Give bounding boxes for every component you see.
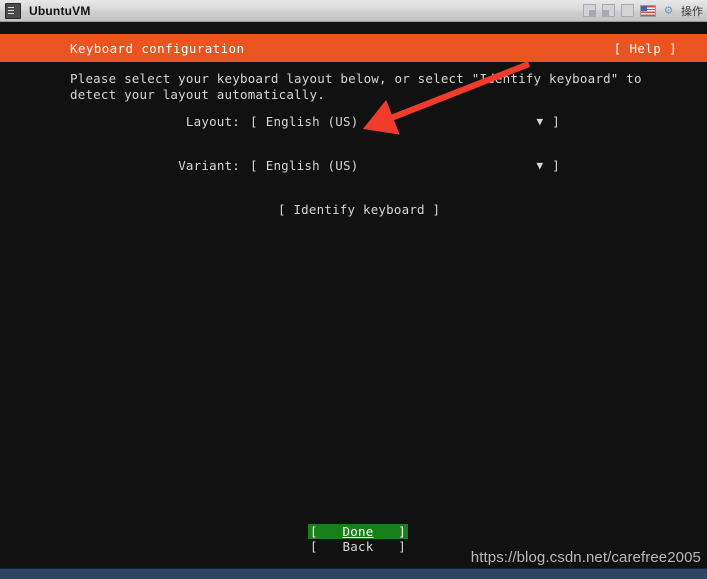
variant-label: Variant:: [178, 158, 240, 173]
layout-value[interactable]: English (US): [266, 114, 359, 130]
done-open-bracket: [: [310, 524, 318, 539]
terminal-icon: [5, 2, 21, 19]
layout-field-row[interactable]: Layout: [ English (US) ▼ ]: [70, 114, 560, 130]
back-button[interactable]: [ Back ]: [308, 539, 408, 554]
window-title: UbuntuVM: [29, 3, 91, 18]
variant-value[interactable]: English (US): [266, 158, 359, 174]
done-label: Done: [342, 524, 374, 539]
minimize-icon[interactable]: [583, 4, 596, 17]
identify-keyboard-button[interactable]: [ Identify keyboard ]: [278, 202, 440, 218]
variant-open-bracket: [: [250, 158, 258, 173]
installer-header: Keyboard configuration [ Help ]: [0, 34, 707, 62]
variant-close-bracket: ]: [552, 158, 560, 173]
done-close-bracket: ]: [398, 524, 406, 539]
variant-field-row[interactable]: Variant: [ English (US) ▼ ]: [70, 158, 560, 174]
us-flag-icon[interactable]: [640, 4, 656, 17]
layout-close-bracket: ]: [552, 114, 560, 129]
host-taskbar: [0, 568, 707, 579]
footer-buttons: [ Done ] [ Back ]: [308, 524, 408, 554]
back-close-bracket: ]: [398, 539, 406, 554]
back-open-bracket: [: [310, 539, 318, 554]
titlebar-controls: ⚙ 操作: [583, 3, 707, 19]
layout-open-bracket: [: [250, 114, 258, 129]
intro-text: Please select your keyboard layout below…: [70, 71, 642, 102]
maximize-icon[interactable]: [621, 4, 634, 17]
installer-body: Please select your keyboard layout below…: [0, 62, 707, 579]
help-button[interactable]: [ Help ]: [614, 41, 677, 56]
chevron-down-icon[interactable]: ▼: [536, 158, 543, 174]
restore-icon[interactable]: [602, 4, 615, 17]
page-title: Keyboard configuration: [70, 40, 245, 56]
window-titlebar: UbuntuVM ⚙ 操作: [0, 0, 707, 22]
gear-icon[interactable]: ⚙: [662, 4, 675, 17]
vm-window: UbuntuVM ⚙ 操作 Keyboard configuration [ H…: [0, 0, 707, 579]
watermark-text: https://blog.csdn.net/carefree2005: [470, 549, 701, 566]
back-label: Back: [342, 539, 374, 554]
action-menu-label[interactable]: 操作: [681, 3, 703, 19]
chevron-down-icon[interactable]: ▼: [536, 114, 543, 130]
done-button[interactable]: [ Done ]: [308, 524, 408, 539]
layout-label: Layout:: [185, 114, 240, 129]
scrollbar-track[interactable]: [700, 124, 707, 579]
